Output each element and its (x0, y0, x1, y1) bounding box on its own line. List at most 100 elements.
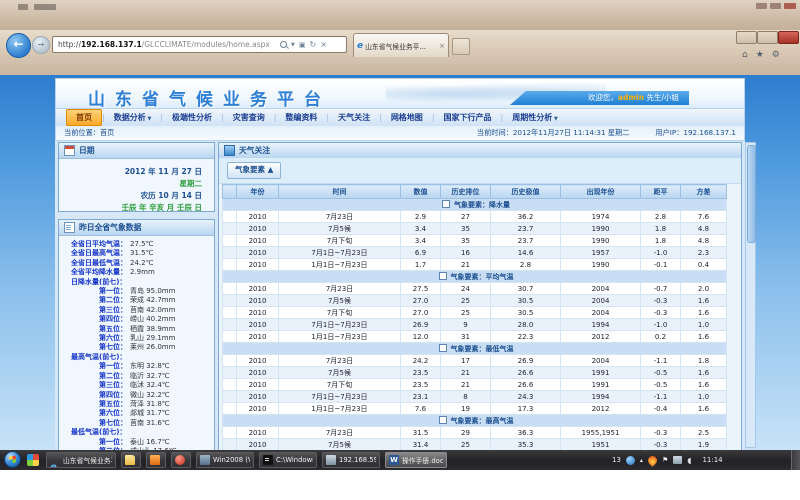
taskbar-button-word[interactable]: 操作手册.docx ... (385, 452, 447, 468)
taskbar-button-label: 192.168.59.99... (339, 456, 376, 464)
table-row: 20101月1日~7月23日1.7212.81990-0.10.4 (223, 259, 727, 271)
data-cell: 1994 (561, 319, 641, 331)
group-title: 气象要素：平均气温 (451, 273, 514, 281)
group-checkbox[interactable] (439, 344, 447, 352)
taskbar-button-ie[interactable]: 山东省气候业务平 (46, 452, 116, 468)
rank-value: 东明 32.8℃ (130, 362, 170, 371)
section-title: 日降水量(前七)： (59, 278, 214, 287)
background-maximize-button[interactable] (770, 3, 781, 9)
favorites-star-icon[interactable]: ★ (756, 50, 764, 60)
data-cell: 12.0 (401, 331, 441, 343)
flag-icon[interactable]: ⚑ (662, 456, 668, 464)
row-checkbox-cell (223, 223, 237, 235)
group-checkbox[interactable] (439, 416, 447, 424)
nav-item-9[interactable]: 周期性分析 ▼ (503, 110, 567, 125)
tray-expand-icon[interactable]: ▴ (640, 457, 643, 464)
taskbar-button-rdp[interactable]: 192.168.59.99... (322, 452, 380, 468)
network-icon[interactable] (673, 456, 682, 464)
settings-gear-icon[interactable]: ⚙ (772, 50, 780, 60)
home-icon[interactable]: ⌂ (742, 50, 748, 60)
taskbar-clock[interactable]: 11:14 (702, 456, 722, 464)
chevron-down-icon: ▼ (552, 116, 558, 122)
data-cell: 1955,1951 (561, 427, 641, 439)
group-checkbox[interactable] (439, 272, 447, 280)
nav-item-2[interactable]: 数据分析 ▼ (105, 110, 161, 125)
table-row: 20107月5候27.02530.52004-0.31.6 (223, 295, 727, 307)
row-checkbox-cell (223, 391, 237, 403)
taskbar-button-vm[interactable]: Win2008 (VS2... (196, 452, 254, 468)
system-tray: 13 ▴ ⚑ ◖ 11:14 (612, 450, 792, 470)
taskbar-button-orange[interactable] (146, 452, 166, 468)
search-icon[interactable] (280, 41, 287, 48)
taskbar-button-folder[interactable] (121, 452, 141, 468)
stop-icon[interactable]: × (320, 40, 327, 49)
nav-item-1[interactable]: 首页 (66, 109, 102, 126)
table-row: 20107月23日24.21726.92004-1.11.8 (223, 355, 727, 367)
nav-item-4[interactable]: 灾害查询 (224, 110, 274, 125)
compatibility-icon[interactable]: ▣ (299, 41, 306, 49)
data-cell: 26.9 (491, 355, 561, 367)
rank-label: 第一位： (59, 438, 127, 447)
tray-flame-icon[interactable] (646, 454, 659, 467)
data-cell: 1951 (561, 439, 641, 451)
start-button[interactable] (4, 451, 21, 468)
browser-tab[interactable]: e 山东省气候业务平... × (353, 33, 449, 57)
data-cell: 2010 (237, 247, 279, 259)
tab-close-icon[interactable]: × (439, 42, 445, 50)
stat-value: 31.5℃ (130, 249, 153, 258)
data-cell: -0.3 (641, 307, 681, 319)
data-cell: 1.6 (681, 367, 727, 379)
close-button[interactable] (778, 31, 799, 44)
stat-label: 全省日平均气温： (59, 240, 127, 249)
forward-button[interactable]: → (32, 36, 50, 54)
element-filter-button[interactable]: 气象要素 ▲ (227, 162, 281, 179)
rank-label: 第二位： (59, 296, 127, 305)
group-title: 气象要素：降水量 (454, 201, 510, 209)
show-desktop-button[interactable] (791, 450, 800, 470)
welcome-banner: 欢迎您，admin 先生/小姐 (510, 91, 689, 105)
column-header: 时间 (279, 185, 401, 199)
scrollbar-thumb[interactable] (747, 145, 756, 243)
data-cell: 7月下旬 (279, 379, 401, 391)
page-title: 山东省气候业务平台 (88, 85, 331, 109)
data-cell: 2012 (561, 331, 641, 343)
current-time-label: 当前时间：2012年11月27日 11:14:31 星期二 (477, 128, 630, 138)
data-cell: 21 (441, 367, 491, 379)
data-cell: 2010 (237, 331, 279, 343)
group-checkbox[interactable] (442, 200, 450, 208)
breadcrumb-bar: 当前位置：首页 当前时间：2012年11月27日 11:14:31 星期二 用户… (55, 126, 745, 141)
data-cell: 25 (441, 295, 491, 307)
data-cell: 24 (441, 283, 491, 295)
data-cell: 7月5候 (279, 439, 401, 451)
taskbar-button-cmd[interactable]: C:\Windows\s... (259, 452, 317, 468)
background-minimize-button[interactable] (756, 3, 767, 9)
tray-globe-icon[interactable] (626, 456, 635, 465)
taskbar-button-media[interactable] (171, 452, 191, 468)
page-scrollbar[interactable] (745, 142, 756, 448)
maximize-button[interactable] (757, 31, 778, 44)
background-close-button[interactable] (784, 3, 796, 9)
data-cell: 0.2 (641, 331, 681, 343)
user-ip-label: 用户IP：192.168.137.1 (655, 128, 736, 138)
nav-item-8[interactable]: 国家下行产品 (435, 110, 501, 125)
data-cell: -1.0 (641, 247, 681, 259)
new-tab-button[interactable] (452, 38, 470, 55)
launcher-icon[interactable] (27, 454, 39, 466)
minimize-button[interactable] (736, 31, 757, 44)
data-cell: 6.9 (401, 247, 441, 259)
refresh-icon[interactable]: ↻ (309, 40, 316, 49)
column-header: 方差 (681, 185, 727, 199)
speaker-icon[interactable]: ◖ (687, 456, 691, 465)
data-cell: 7月下旬 (279, 307, 401, 319)
back-button[interactable]: ← (6, 33, 31, 58)
table-row: 20107月下旬27.02530.52004-0.31.6 (223, 307, 727, 319)
nav-item-5[interactable]: 整编资料 (276, 110, 326, 125)
nav-item-6[interactable]: 天气关注 (329, 110, 379, 125)
nav-item-3[interactable]: 极端性分析 (163, 110, 221, 125)
nav-item-7[interactable]: 网格地图 (382, 110, 432, 125)
data-cell: 30.5 (491, 295, 561, 307)
url-path: /GLCCLIMATE/modules/home.aspx (142, 40, 270, 49)
data-cell: 2004 (561, 307, 641, 319)
chevron-down-icon[interactable]: ▼ (291, 42, 295, 48)
taskbar: 山东省气候业务平 Win2008 (VS2... C:\Windows\s... 19… (0, 450, 800, 470)
